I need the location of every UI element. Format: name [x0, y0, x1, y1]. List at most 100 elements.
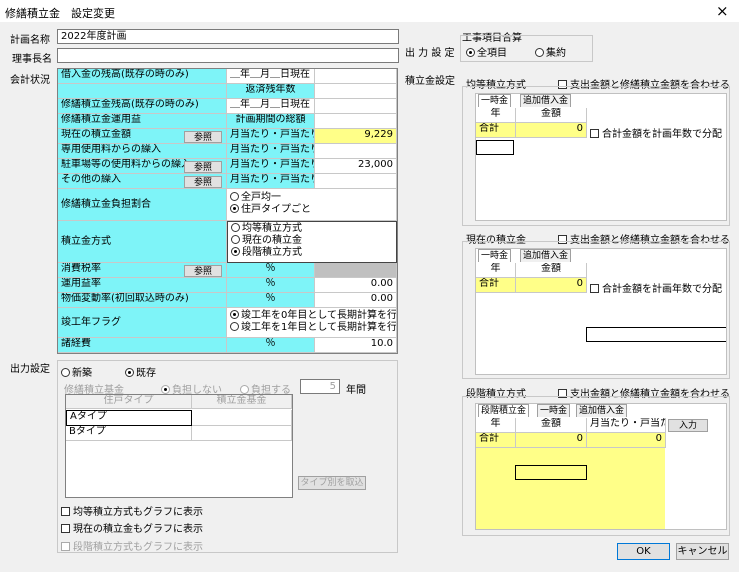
col-unit-type: 住戸タイプ: [66, 395, 192, 409]
radio-new[interactable]: 新築: [61, 364, 92, 379]
completion-flag-options: 竣工年を0年目として長期計算を行う 竣工年を1年目として長期計算を行う: [227, 308, 397, 338]
burden-ratio-options: 全戸均一 住戸タイプごと: [227, 189, 397, 221]
percent-label: ％: [227, 293, 315, 308]
radio-stage[interactable]: 段階積立方式: [231, 247, 393, 259]
tab-lump-sum[interactable]: 一時金: [478, 249, 512, 262]
tab-lump-sum[interactable]: 一時金: [537, 404, 571, 417]
expenses-label: 諸経費: [58, 338, 227, 353]
repay-years-value[interactable]: [315, 84, 397, 99]
inflation-rate-value[interactable]: 0.00: [315, 293, 397, 308]
col-per-unit: 月当たり・戸当たり: [587, 418, 666, 433]
import-by-type-button[interactable]: タイプ別を取込: [298, 476, 366, 490]
tab-extra-loan[interactable]: 追加借入金: [520, 249, 572, 262]
reserve-balance-label: 修繕積立金残高(既存の時のみ): [58, 99, 227, 114]
plan-name-label: 計画名称: [10, 35, 50, 46]
repay-years-label: 返済残年数: [227, 84, 315, 99]
radio-current[interactable]: 現在の積立金: [231, 235, 393, 247]
loan-date[interactable]: ＿年＿月＿日現在: [227, 69, 315, 84]
total-label: 合計: [476, 278, 516, 293]
investment-gain-value[interactable]: [315, 114, 397, 129]
other-transfer-value[interactable]: [315, 174, 397, 189]
equal-grid: 一時金 追加借入金 年 金額 合計 0 合計金額を計画年数で分配: [475, 93, 727, 221]
tax-rate-ref-button[interactable]: 参照: [184, 265, 222, 277]
percent-label: ％: [227, 278, 315, 293]
per-unit-label: 月当たり・戸当たり: [227, 144, 315, 159]
close-icon[interactable]: ×: [716, 2, 729, 20]
equal-selected-cell[interactable]: [476, 140, 514, 155]
per-unit-label: 月当たり・戸当たり: [227, 129, 315, 144]
unit-type-grid: 住戸タイプ 積立金基金 Aタイプ Bタイプ: [65, 394, 293, 498]
exclusive-fee-value[interactable]: [315, 144, 397, 159]
completion-flag-label: 竣工年フラグ: [58, 308, 227, 338]
col-amount: 金額: [516, 263, 587, 278]
years-unit: 年間: [346, 385, 366, 396]
per-unit-label: 月当たり・戸当たり: [227, 159, 315, 174]
chair-label: 理事長名: [12, 54, 52, 65]
per-unit-label: 月当たり・戸当たり: [227, 174, 315, 189]
radio-year0[interactable]: 竣工年を0年目として長期計算を行う: [230, 310, 396, 322]
col-amount: 金額: [516, 108, 587, 123]
current-distribute-checkbox[interactable]: 合計金額を計画年数で分配: [590, 280, 722, 295]
current-total-value: 0: [516, 278, 587, 293]
current-grid: 一時金 追加借入金 年 金額 合計 0 合計金額を計画年数で分配: [475, 248, 727, 375]
method-label: 積立金方式: [58, 221, 227, 263]
chk-equal-graph[interactable]: 均等積立方式もグラフに表示: [61, 503, 203, 518]
tab-extra-loan[interactable]: 追加借入金: [520, 94, 572, 107]
tax-rate-value: [315, 263, 397, 278]
parking-fee-ref-button[interactable]: 参照: [184, 161, 222, 173]
chair-input[interactable]: [57, 48, 399, 63]
loan-balance-label: 借入金の残高(既存の時のみ): [58, 69, 227, 84]
tab-stage-reserve[interactable]: 段階積立金: [478, 404, 530, 417]
plan-name-input[interactable]: 2022年度計画: [57, 29, 399, 44]
radio-equal[interactable]: 均等積立方式: [231, 223, 393, 235]
col-amount: 金額: [516, 418, 587, 433]
equal-total-value: 0: [516, 123, 587, 138]
chk-current-graph[interactable]: 現在の積立金もグラフに表示: [61, 520, 203, 535]
radio-existing[interactable]: 既存: [125, 364, 156, 379]
window-title: 修繕積立金 設定変更: [5, 7, 115, 20]
reserve-balance-value[interactable]: [315, 99, 397, 114]
percent-label: ％: [227, 263, 315, 278]
accounting-label: 会計状況: [10, 75, 50, 86]
exclusive-fee-label: 専用使用料からの繰入: [58, 144, 227, 159]
chk-stage-graph[interactable]: 段階積立方式もグラフに表示: [61, 538, 203, 553]
stage-input-button[interactable]: 入力: [668, 419, 708, 432]
type-row-a-fund[interactable]: [192, 410, 292, 426]
current-reserve-value[interactable]: 9,229: [315, 129, 397, 144]
yield-rate-label: 運用益率: [58, 278, 227, 293]
loan-blank: [58, 84, 227, 99]
cancel-button[interactable]: キャンセル: [676, 543, 729, 560]
tab-extra-loan[interactable]: 追加借入金: [576, 404, 628, 417]
yield-rate-value[interactable]: 0.00: [315, 278, 397, 293]
expenses-value[interactable]: 10.0: [315, 338, 397, 353]
inflation-rate-label: 物価変動率(初回取込時のみ): [58, 293, 227, 308]
radio-year1[interactable]: 竣工年を1年目として長期計算を行う: [230, 322, 396, 334]
type-row-b-fund[interactable]: [192, 426, 292, 441]
current-reserve-ref-button[interactable]: 参照: [184, 131, 222, 143]
equal-distribute-checkbox[interactable]: 合計金額を計画年数で分配: [590, 125, 722, 140]
current-selected-cell[interactable]: [586, 327, 726, 342]
loan-balance-value[interactable]: [315, 69, 397, 84]
tab-lump-sum[interactable]: 一時金: [478, 94, 512, 107]
investment-gain-label: 修繕積立金運用益: [58, 114, 227, 129]
parking-fee-value[interactable]: 23,000: [315, 159, 397, 174]
reserve-date[interactable]: ＿年＿月＿日現在: [227, 99, 315, 114]
total-label: 合計: [476, 433, 516, 448]
reserve-setting-label: 積立金設定: [405, 76, 455, 87]
stage-selected-cell[interactable]: [515, 465, 587, 480]
type-row-b[interactable]: Bタイプ: [66, 426, 192, 441]
radio-uniform[interactable]: 全戸均一: [230, 192, 393, 204]
radio-per-type[interactable]: 住戸タイプごと: [230, 204, 393, 216]
output-set-label: 出 力 設 定: [405, 48, 455, 59]
col-fund: 積立金基金: [192, 395, 292, 409]
radio-all-items[interactable]: 全項目: [466, 44, 507, 59]
stage-grid: 段階積立金 一時金 追加借入金 年 金額 月当たり・戸当たり 入力 合計 0 0: [475, 403, 727, 530]
years-input[interactable]: 5: [300, 379, 340, 394]
other-transfer-ref-button[interactable]: 参照: [184, 176, 222, 188]
ok-button[interactable]: OK: [617, 543, 670, 560]
radio-aggregate[interactable]: 集約: [535, 44, 566, 59]
type-row-a[interactable]: Aタイプ: [66, 410, 192, 426]
total-label: 合計: [476, 123, 516, 138]
col-year: 年: [476, 418, 516, 433]
output-setting-label: 出力設定: [10, 364, 50, 375]
